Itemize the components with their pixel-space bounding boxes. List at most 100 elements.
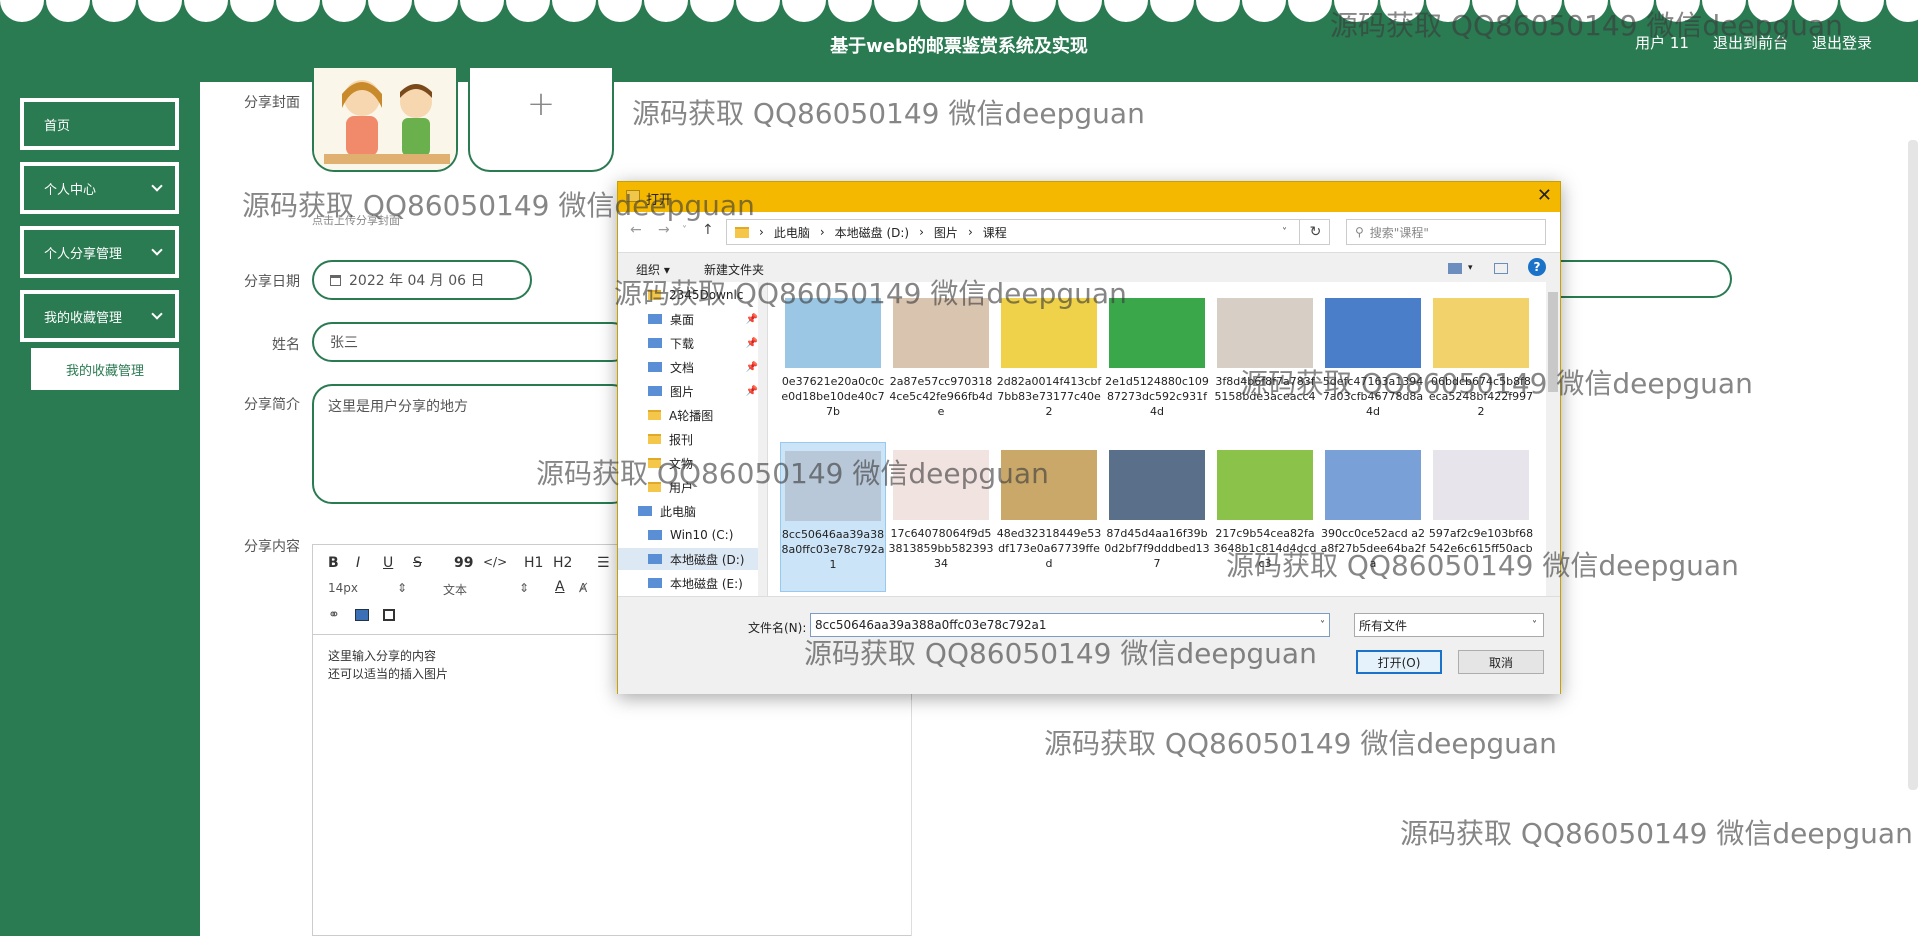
chevron-down-icon[interactable]: ▾ xyxy=(1468,263,1473,273)
chevron-down-icon[interactable]: ˅ xyxy=(1270,219,1300,245)
new-folder-button[interactable]: 新建文件夹 xyxy=(704,261,764,278)
user-link[interactable]: 用户 11 xyxy=(1635,32,1689,53)
file-item[interactable]: 2a87e57cc9703184ce5c42fe966fb4de xyxy=(888,290,994,440)
file-item[interactable]: 87d45d4aa16f39b0d2bf7f9dddbed137 xyxy=(1104,442,1210,592)
breadcrumb-item[interactable]: 课程 xyxy=(983,224,1007,241)
select-arrows-icon: ⇕ xyxy=(397,581,408,595)
sidebar-item-home[interactable]: 首页 xyxy=(20,98,179,150)
file-thumbnail xyxy=(785,451,881,521)
intro-textarea[interactable]: 这里是用户分享的地方 xyxy=(312,384,632,504)
link-icon[interactable]: ⚭ xyxy=(328,607,340,623)
sidebar-item-personal-center[interactable]: 个人中心 xyxy=(20,162,179,214)
file-item[interactable]: 2e1d5124880c10987273dc592c931f4d xyxy=(1104,290,1210,440)
breadcrumb-sep-icon: › xyxy=(819,225,825,239)
tree-item[interactable]: 图片 📌 xyxy=(618,380,758,402)
right-input-field[interactable] xyxy=(1536,260,1732,298)
tree-item[interactable]: 文档 📌 xyxy=(618,356,758,378)
file-item[interactable]: 5defc47163a13947a03cfb46778d8a4d xyxy=(1320,290,1426,440)
cover-upload-button[interactable]: + xyxy=(468,68,614,172)
filename-input[interactable]: 8cc50646aa39a388a0ffc03e78c792a1 ˅ xyxy=(810,613,1330,637)
sidebar-item-favorites-management[interactable]: 我的收藏管理 xyxy=(20,290,179,342)
tree-scrollbar[interactable] xyxy=(758,282,767,596)
cover-image-preview[interactable] xyxy=(312,68,458,172)
tree-item[interactable]: 下载 📌 xyxy=(618,332,758,354)
scallop-shape xyxy=(1012,0,1056,22)
code-button[interactable]: </> xyxy=(483,555,507,569)
tree-item[interactable]: 用户 xyxy=(618,476,758,498)
organize-button[interactable]: 组织 ▾ xyxy=(636,261,670,278)
dialog-title-bar[interactable]: 打开 ✕ xyxy=(618,182,1560,212)
scrollbar-thumb[interactable] xyxy=(1548,292,1558,392)
tree-item[interactable]: 本地磁盘 (E:) xyxy=(618,572,758,594)
preview-pane-icon[interactable] xyxy=(1494,263,1508,274)
italic-button[interactable]: I xyxy=(356,555,360,571)
text-color-button[interactable]: A xyxy=(555,579,565,595)
sidebar-item-share-management[interactable]: 个人分享管理 xyxy=(20,226,179,278)
tree-item[interactable]: A轮播图 xyxy=(618,404,758,426)
list-icon[interactable]: ☰ xyxy=(597,555,610,571)
tree-item[interactable]: Win10 (C:) xyxy=(618,524,758,546)
search-input[interactable]: ⚲ 搜索"课程" xyxy=(1346,219,1546,245)
close-icon[interactable]: ✕ xyxy=(1537,185,1552,206)
scallop-shape xyxy=(1288,0,1332,22)
file-item[interactable]: 2d82a0014f413cbf7bb83e73177c40e2 xyxy=(996,290,1102,440)
go-frontend-link[interactable]: 退出到前台 xyxy=(1713,32,1788,53)
font-size-select[interactable]: 14px xyxy=(328,581,358,595)
logout-link[interactable]: 退出登录 xyxy=(1812,32,1872,53)
file-item[interactable]: 8cc50646aa39a388a0ffc03e78c792a1 xyxy=(780,442,886,592)
open-button[interactable]: 打开(O) xyxy=(1356,650,1442,674)
strike-button[interactable]: S xyxy=(413,555,422,571)
drive-icon xyxy=(648,530,662,540)
underline-button[interactable]: U xyxy=(383,555,393,571)
date-input[interactable]: 2022 年 04 月 06 日 xyxy=(312,260,532,300)
h2-button[interactable]: H2 xyxy=(553,555,572,571)
tree-item[interactable]: 报刊 xyxy=(618,428,758,450)
quote-button[interactable]: 99 xyxy=(454,555,473,571)
search-icon: ⚲ xyxy=(1355,225,1364,239)
video-icon[interactable] xyxy=(383,609,395,621)
tree-item[interactable]: 2345Downlc xyxy=(618,284,758,306)
folder-icon xyxy=(648,290,661,300)
scallop-shape xyxy=(1104,0,1148,22)
h1-button[interactable]: H1 xyxy=(524,555,543,571)
scallop-shape xyxy=(782,0,826,22)
clear-format-icon[interactable]: Ⱥ xyxy=(579,581,587,595)
file-item[interactable]: 390cc0ce52acd a2a8f27b5dee64ba2fa xyxy=(1320,442,1426,592)
filetype-select[interactable]: 所有文件 ˅ xyxy=(1354,613,1544,637)
breadcrumb-item[interactable]: 此电脑 xyxy=(774,224,810,241)
tree-item[interactable]: 本地磁盘 (D:) xyxy=(618,548,758,570)
refresh-icon[interactable]: ↻ xyxy=(1302,219,1330,245)
page-scrollbar[interactable] xyxy=(1908,140,1918,790)
file-item[interactable]: 0e37621e20a0c0ce0d18be10de40c77b xyxy=(780,290,886,440)
history-chevron-icon[interactable]: ˅ xyxy=(682,225,687,236)
tree-item[interactable]: 此电脑 xyxy=(618,500,758,522)
address-bar[interactable]: › 此电脑 › 本地磁盘 (D:) › 图片 › 课程 xyxy=(726,219,1330,245)
file-item[interactable]: 3f8d4b6f8f7a783f5158bde3aceacc4 xyxy=(1212,290,1318,440)
file-item[interactable]: 597af2c9e103bf68542e6c615ff50acb xyxy=(1428,442,1534,592)
bold-button[interactable]: B xyxy=(328,555,339,571)
breadcrumb-item[interactable]: 本地磁盘 (D:) xyxy=(835,224,909,241)
up-arrow-icon[interactable]: ↑ xyxy=(702,222,714,238)
breadcrumb-item[interactable]: 图片 xyxy=(934,224,958,241)
forward-arrow-icon[interactable]: → xyxy=(658,222,670,238)
view-icon[interactable] xyxy=(1448,263,1462,274)
help-icon[interactable]: ? xyxy=(1528,258,1546,276)
tree-item[interactable]: 桌面 📌 xyxy=(618,308,758,330)
image-icon[interactable] xyxy=(355,609,369,621)
file-item[interactable]: 17c64078064f9d53813859bb58239334 xyxy=(888,442,994,592)
font-type-select[interactable]: 文本 xyxy=(443,581,467,598)
file-item[interactable]: 06bdcb674c5b8f8eca5248bf422f9972 xyxy=(1428,290,1534,440)
scallop-shape xyxy=(276,0,320,22)
sidebar-subitem-my-favorites[interactable]: 我的收藏管理 xyxy=(31,348,179,390)
breadcrumb-sep-icon: › xyxy=(967,225,973,239)
tree-item[interactable]: 文物 xyxy=(618,452,758,474)
scallop-shape xyxy=(414,0,458,22)
files-scrollbar[interactable] xyxy=(1546,282,1560,596)
file-item[interactable]: 48ed32318449e53df173e0a67739ffed xyxy=(996,442,1102,592)
name-input[interactable]: 张三 xyxy=(312,322,632,362)
back-arrow-icon[interactable]: ← xyxy=(630,222,642,238)
sidebar-item-label: 个人分享管理 xyxy=(44,246,123,262)
cancel-button[interactable]: 取消 xyxy=(1458,650,1544,674)
file-item[interactable]: 217c9b54cea82fa3648b1c814d4dcdc3 xyxy=(1212,442,1318,592)
chevron-down-icon[interactable]: ˅ xyxy=(1320,620,1325,631)
